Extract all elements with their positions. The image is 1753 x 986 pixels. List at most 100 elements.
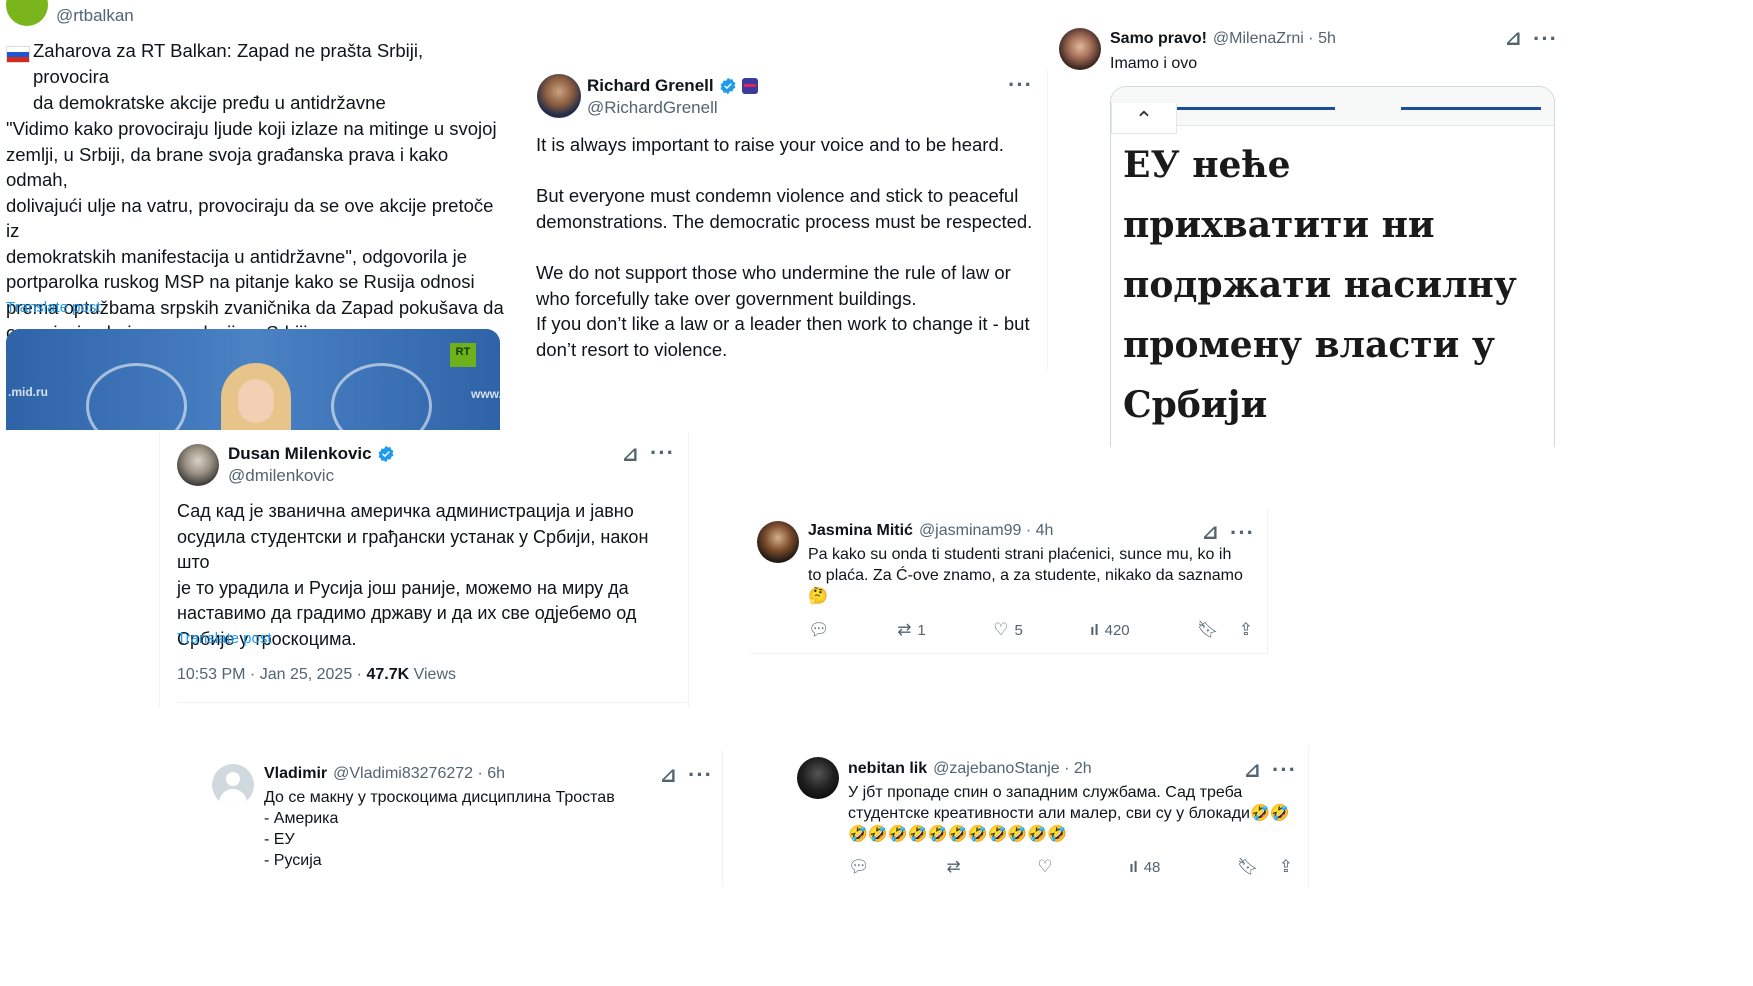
grenell-avatar[interactable] bbox=[537, 74, 581, 118]
retweet-count: 1 bbox=[917, 621, 926, 639]
rt-logo: RT bbox=[450, 343, 476, 367]
vladimir-name[interactable]: Vladimir bbox=[264, 765, 327, 783]
grok-icon[interactable]: ⊿ bbox=[1244, 758, 1261, 783]
like-button[interactable]: ♡ 5 bbox=[993, 620, 1023, 640]
media-tab-line-right bbox=[1401, 107, 1541, 110]
views-count: 420 bbox=[1104, 621, 1130, 639]
dusan-time[interactable]: 10:53 PM · Jan 25, 2025 · bbox=[177, 666, 366, 683]
nebitan-actions: 💬︎ ⇄ ♡ ıl 48 🔖︎ ⇪ bbox=[848, 857, 1293, 877]
vladimir-more-icon[interactable]: ··· bbox=[688, 762, 713, 788]
image-right-text: www. bbox=[471, 387, 500, 401]
nebitan-header: nebitan lik @zajebanoStanje · 2h bbox=[848, 760, 1092, 778]
image-left-text: .mid.ru bbox=[8, 385, 49, 399]
verified-badge-icon bbox=[378, 445, 394, 463]
grenell-name-row: Richard Grenell bbox=[587, 76, 758, 96]
grenell-handle[interactable]: @RichardGrenell bbox=[587, 98, 718, 118]
reply-button[interactable]: 💬︎ bbox=[848, 857, 870, 877]
chevron-up-icon[interactable]: ⌃ bbox=[1111, 103, 1177, 134]
rt-image[interactable]: .mid.ru www. RT bbox=[6, 329, 500, 430]
jasmina-avatar[interactable] bbox=[757, 521, 799, 563]
samo-more-icon[interactable]: ··· bbox=[1533, 26, 1558, 52]
vladimir-post: Vladimir @Vladimi83276272 · 6h ⊿ ··· До … bbox=[200, 750, 722, 880]
views-button[interactable]: ıl 420 bbox=[1090, 620, 1129, 640]
nebitan-post: nebitan lik @zajebanoStanje · 2h ⊿ ··· У… bbox=[788, 745, 1308, 886]
vladimir-right-border bbox=[722, 750, 723, 886]
bookmark-button[interactable]: 🔖︎ ⇪ bbox=[1237, 857, 1293, 877]
reply-icon: 💬︎ bbox=[848, 857, 870, 876]
jasmina-meta[interactable]: @jasminam99 · 4h bbox=[919, 522, 1054, 540]
grok-icon[interactable]: ⊿ bbox=[1202, 520, 1219, 545]
jasmina-body: Pa kako su onda ti studenti strani plaće… bbox=[808, 546, 1243, 605]
samo-text: Imamo i ovo bbox=[1110, 55, 1198, 72]
share-icon[interactable]: ⇪ bbox=[1279, 857, 1293, 877]
dusan-views-label: Views bbox=[409, 666, 456, 683]
reply-icon: 💬︎ bbox=[808, 620, 830, 639]
dusan-name-row: Dusan Milenkovic bbox=[228, 444, 395, 464]
nebitan-meta[interactable]: @zajebanoStanje · 2h bbox=[933, 760, 1092, 778]
nebitan-more-icon[interactable]: ··· bbox=[1272, 757, 1297, 783]
heart-icon: ♡ bbox=[1037, 857, 1053, 876]
dusan-avatar[interactable] bbox=[177, 444, 219, 486]
jasmina-post: Jasmina Mitić @jasminam99 · 4h ⊿ ··· Pa … bbox=[750, 508, 1268, 654]
retweet-button[interactable]: ⇄ bbox=[946, 857, 960, 877]
rt-logo-text: RT bbox=[455, 346, 471, 358]
samo-meta[interactable]: @MilenaZrni · 5h bbox=[1213, 30, 1336, 48]
rt-translate-link[interactable]: Translate post bbox=[6, 299, 101, 316]
dusan-handle[interactable]: @dmilenkovic bbox=[228, 466, 334, 486]
nebitan-right-border bbox=[1308, 745, 1309, 886]
dusan-name[interactable]: Dusan Milenkovic bbox=[228, 444, 372, 464]
samo-header: Samo pravo! @MilenaZrni · 5h bbox=[1110, 30, 1336, 48]
reply-button[interactable]: 💬︎ bbox=[808, 620, 830, 640]
analytics-icon: ıl bbox=[1129, 858, 1138, 876]
dusan-bottom-border bbox=[177, 702, 687, 703]
views-button[interactable]: ıl 48 bbox=[1129, 857, 1160, 877]
share-icon[interactable]: ⇪ bbox=[1239, 620, 1253, 640]
grok-icon[interactable]: ⊿ bbox=[622, 442, 639, 467]
vladimir-header: Vladimir @Vladimi83276272 · 6h bbox=[264, 765, 505, 783]
grenell-p2: But everyone must condemn violence and s… bbox=[536, 185, 1033, 232]
vladimir-meta[interactable]: @Vladimi83276272 · 6h bbox=[333, 765, 505, 783]
samo-post: Samo pravo! @MilenaZrni · 5h Imamo i ovo… bbox=[1055, 22, 1753, 447]
nebitan-avatar[interactable] bbox=[797, 757, 839, 799]
media-tab-line-left bbox=[1175, 107, 1335, 110]
jasmina-bottom-border bbox=[750, 653, 1268, 654]
dusan-post: Dusan Milenkovic @dmilenkovic ⊿ ··· Сад … bbox=[160, 432, 688, 707]
samo-name[interactable]: Samo pravo! bbox=[1110, 30, 1207, 48]
grok-icon[interactable]: ⊿ bbox=[1505, 26, 1522, 51]
dusan-more-icon[interactable]: ··· bbox=[650, 440, 675, 466]
jasmina-right-border bbox=[1267, 508, 1268, 654]
bookmark-icon: 🔖︎ bbox=[1197, 620, 1219, 639]
dusan-translate-link[interactable]: Translate post bbox=[177, 630, 272, 647]
nebitan-name[interactable]: nebitan lik bbox=[848, 760, 927, 778]
grok-icon[interactable]: ⊿ bbox=[660, 763, 677, 788]
vladimir-avatar[interactable] bbox=[212, 764, 254, 806]
grenell-more-icon[interactable]: ··· bbox=[1008, 72, 1033, 98]
vladimir-body: До се макну у троскоцима дисциплина Трос… bbox=[264, 789, 615, 869]
russia-flag-icon bbox=[6, 46, 30, 63]
verified-badge-icon bbox=[720, 77, 736, 95]
samo-big-text: ЕУ неће прихватити ни подржати насилну п… bbox=[1123, 144, 1517, 426]
like-button[interactable]: ♡ bbox=[1037, 857, 1052, 877]
retweet-button[interactable]: ⇄ 1 bbox=[897, 620, 926, 640]
retweet-icon: ⇄ bbox=[946, 857, 961, 876]
rt-avatar[interactable] bbox=[6, 0, 48, 26]
dusan-timestamp-row: 10:53 PM · Jan 25, 2025 · 47.7K Views bbox=[177, 666, 456, 684]
views-count: 48 bbox=[1143, 858, 1161, 876]
samo-avatar[interactable] bbox=[1059, 28, 1101, 70]
grenell-name[interactable]: Richard Grenell bbox=[587, 76, 714, 96]
speaker-face bbox=[238, 379, 274, 423]
dusan-right-border bbox=[688, 432, 689, 707]
rt-post: @rtbalkan Zaharova za RT Balkan: Zapad n… bbox=[0, 0, 510, 430]
jasmina-more-icon[interactable]: ··· bbox=[1230, 520, 1255, 546]
jasmina-name[interactable]: Jasmina Mitić bbox=[808, 522, 913, 540]
bookmark-button[interactable]: 🔖︎ ⇪ bbox=[1197, 620, 1253, 640]
grenell-post: Richard Grenell @RichardGrenell ··· It i… bbox=[530, 70, 1050, 370]
samo-media-card[interactable]: ⌃ ЕУ неће прихватити ни подржати насилну… bbox=[1110, 86, 1555, 447]
jasmina-actions: 💬︎ ⇄ 1 ♡ 5 ıl 420 🔖︎ ⇪ bbox=[808, 620, 1253, 640]
affiliation-badge-icon bbox=[741, 78, 758, 94]
grenell-p1: It is always important to raise your voi… bbox=[536, 134, 1004, 155]
rt-handle[interactable]: @rtbalkan bbox=[56, 6, 134, 26]
heart-icon: ♡ bbox=[993, 620, 1009, 639]
retweet-icon: ⇄ bbox=[897, 620, 912, 639]
nebitan-body: У јбт пропаде спин о западним службама. … bbox=[848, 784, 1290, 843]
